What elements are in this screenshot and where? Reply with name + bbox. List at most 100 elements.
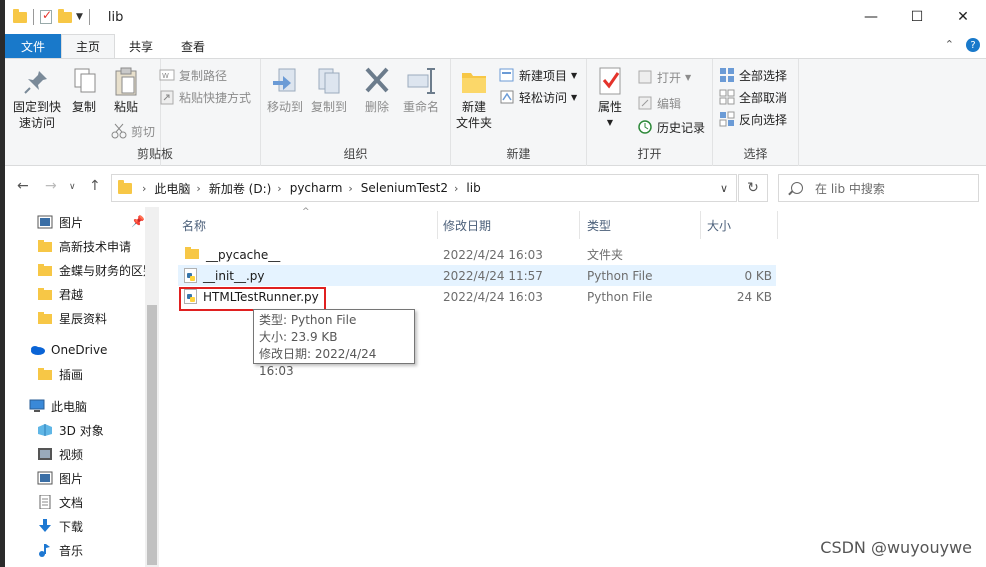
new-folder-button[interactable]: 新建 文件夹	[453, 65, 495, 131]
properties-quick-icon[interactable]	[40, 8, 52, 24]
nav-item-label: 图片	[59, 215, 84, 230]
file-date: 2022/4/24 16:03	[443, 289, 543, 304]
nav-item-folder[interactable]: 插画	[37, 363, 83, 385]
address-bar[interactable]: › 此电脑 › 新加卷 (D:) › pycharm › SeleniumTes…	[111, 174, 737, 202]
tab-view[interactable]: 查看	[167, 34, 219, 58]
file-type: Python File	[587, 268, 653, 283]
nav-item-folder[interactable]: 君越	[37, 283, 83, 305]
nav-item-video[interactable]: 视频	[37, 443, 83, 465]
onedrive-icon	[29, 343, 45, 357]
nav-item-label: 此电脑	[51, 399, 88, 414]
nav-item-pictures[interactable]: 图片	[37, 467, 83, 489]
svg-text:W: W	[162, 72, 169, 80]
paste-shortcut-button[interactable]: 粘贴快捷方式	[159, 87, 269, 107]
help-icon[interactable]: ?	[966, 38, 980, 52]
tab-home[interactable]: 主页	[61, 34, 116, 58]
navigation-pane: 图片 📌 高新技术申请 金蝶与财务的区别 君越 星辰资料 OneDrive 插画	[5, 207, 159, 567]
chevron-down-icon[interactable]: ▼	[76, 12, 83, 22]
column-header-name[interactable]: 名称	[182, 211, 437, 239]
move-to-button[interactable]: 移动到	[265, 65, 305, 115]
cut-label: 剪切	[131, 124, 156, 139]
recent-locations-chevron-icon[interactable]: ∨	[69, 182, 76, 192]
paste-shortcut-icon	[159, 89, 175, 105]
copy-to-icon	[313, 65, 345, 97]
file-name: __init__.py	[203, 268, 265, 283]
cut-button[interactable]: 剪切	[111, 121, 161, 141]
nav-item-folder[interactable]: 高新技术申请	[37, 235, 131, 257]
nav-item-downloads[interactable]: 下载	[37, 515, 83, 537]
copy-path-label: 复制路径	[179, 68, 228, 83]
select-none-button[interactable]: 全部取消	[719, 87, 799, 107]
easy-access-button[interactable]: 轻松访问 ▼	[499, 87, 585, 107]
column-header-size[interactable]: 大小	[707, 211, 777, 239]
nav-item-folder[interactable]: 金蝶与财务的区别	[37, 259, 151, 281]
folder-icon	[184, 246, 200, 263]
copy-path-button[interactable]: W 复制路径	[159, 65, 269, 85]
nav-item-documents[interactable]: 文档	[37, 491, 83, 513]
folder-icon	[37, 287, 53, 301]
select-all-button[interactable]: 全部选择	[719, 65, 799, 85]
video-icon	[37, 447, 53, 461]
chevron-down-icon[interactable]: ∨	[720, 182, 728, 195]
copy-to-button[interactable]: 复制到	[309, 65, 349, 115]
breadcrumb-drive-d[interactable]: 新加卷 (D:)	[209, 180, 271, 197]
breadcrumb-this-pc[interactable]: 此电脑	[154, 180, 190, 197]
new-item-button[interactable]: 新建项目 ▼	[499, 65, 585, 85]
breadcrumb-lib[interactable]: lib	[466, 181, 480, 195]
chevron-down-icon: ▼	[571, 92, 578, 102]
file-size: 24 KB	[736, 289, 772, 304]
history-button[interactable]: 历史记录	[637, 117, 713, 137]
nav-item-label: 3D 对象	[59, 423, 104, 438]
column-header-date[interactable]: 修改日期	[443, 211, 578, 239]
tooltip-size: 大小: 23.9 KB	[259, 330, 338, 344]
breadcrumb-pycharm[interactable]: pycharm	[290, 181, 343, 195]
nav-scrollbar[interactable]	[145, 207, 159, 567]
nav-item-pictures-quick[interactable]: 图片	[37, 211, 83, 233]
scrollbar-thumb[interactable]	[147, 305, 157, 565]
nav-item-music[interactable]: 音乐	[37, 539, 83, 561]
nav-item-onedrive[interactable]: OneDrive	[29, 339, 107, 361]
easy-access-icon	[499, 89, 515, 105]
properties-button[interactable]: 属性 ▼	[593, 65, 627, 131]
chevron-right-icon: ›	[454, 181, 459, 195]
copy-button[interactable]: 复制	[69, 65, 99, 115]
new-folder-quick-icon[interactable]	[58, 8, 72, 23]
file-list: ^ 名称 修改日期 类型 大小 __pycache__ 2022/4/24 16…	[160, 207, 986, 567]
tab-share[interactable]: 共享	[115, 34, 167, 58]
nav-item-this-pc[interactable]: 此电脑	[29, 395, 87, 417]
paste-button[interactable]: 粘贴	[109, 65, 143, 115]
select-all-label: 全部选择	[739, 68, 788, 83]
scissors-icon	[111, 123, 127, 139]
back-arrow-icon[interactable]: ←	[17, 178, 29, 194]
open-button[interactable]: 打开 ▼	[637, 67, 707, 87]
rename-button[interactable]: 重命名	[401, 65, 441, 115]
up-arrow-icon[interactable]: ↑	[89, 178, 101, 194]
folder-icon	[37, 311, 53, 325]
delete-button[interactable]: 删除	[361, 65, 393, 115]
close-button[interactable]: ✕	[940, 0, 986, 34]
file-row-pycache[interactable]: __pycache__ 2022/4/24 16:03 文件夹	[178, 244, 776, 265]
nav-item-label: 高新技术申请	[59, 239, 132, 254]
nav-item-3d-objects[interactable]: 3D 对象	[37, 419, 104, 441]
nav-item-folder[interactable]: 星辰资料	[37, 307, 107, 329]
file-row-init[interactable]: __init__.py 2022/4/24 11:57 Python File …	[178, 265, 776, 286]
breadcrumb-seleniumtest2[interactable]: SeleniumTest2	[361, 181, 448, 195]
forward-arrow-icon[interactable]: →	[45, 178, 57, 194]
refresh-icon[interactable]: ↻	[738, 174, 768, 202]
pin-icon[interactable]: 📌	[131, 215, 145, 228]
tab-file[interactable]: 文件	[5, 34, 61, 58]
paste-icon	[110, 65, 142, 97]
chevron-down-icon: ▼	[685, 72, 692, 82]
edit-label: 编辑	[657, 96, 682, 111]
column-header-type[interactable]: 类型	[587, 211, 697, 239]
delete-label: 删除	[364, 100, 389, 114]
search-input[interactable]: 在 lib 中搜索	[778, 174, 979, 202]
file-type: Python File	[587, 289, 653, 304]
edit-button[interactable]: 编辑	[637, 93, 707, 113]
pin-quick-access-button[interactable]: 固定到快 速访问	[9, 65, 65, 131]
minimize-button[interactable]: —	[848, 0, 894, 34]
maximize-button[interactable]: ☐	[894, 0, 940, 34]
download-icon	[37, 519, 53, 533]
chevron-up-icon[interactable]: ⌃	[945, 38, 954, 52]
invert-selection-button[interactable]: 反向选择	[719, 109, 799, 129]
